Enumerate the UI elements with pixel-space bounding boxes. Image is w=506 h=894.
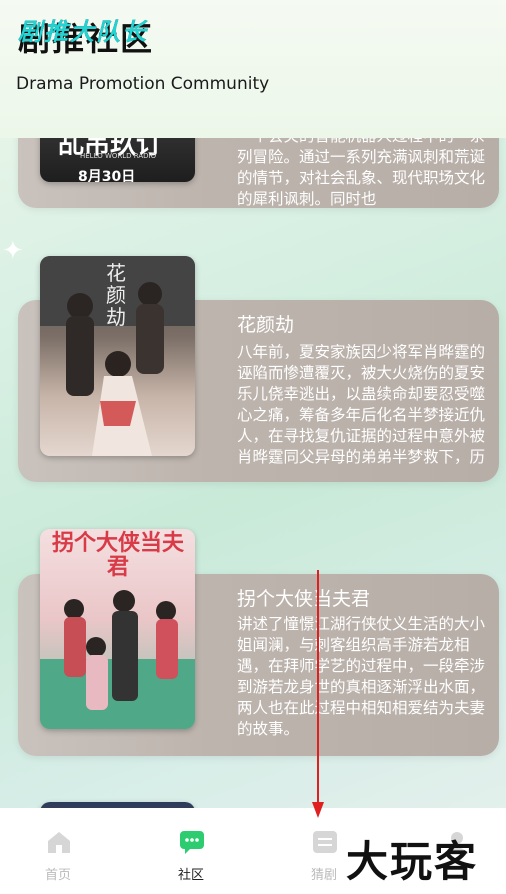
page-header: 剧推社区 剧推大队长 Drama Promotion Community (0, 0, 506, 138)
page-subtitle: Drama Promotion Community (16, 74, 270, 94)
list-icon (313, 831, 337, 853)
poster-subtext: HELLO WORLD RADIO (80, 152, 157, 160)
poster-date: 8月30日 (78, 169, 136, 182)
tab-home-label: 首页 (44, 868, 71, 883)
tab-home[interactable]: 首页 (8, 808, 108, 894)
drama-card-desc: 讲述了憧憬江湖行侠仗义生活的大小姐闻澜，与刺客组织高手游若龙相遇，在拜师学艺的过… (237, 615, 486, 738)
poster-title: 花颜劫 (106, 261, 126, 329)
page-title: 剧推社区 剧推大队长 (18, 14, 154, 60)
poster-title: 拐个大侠当夫君 (51, 530, 184, 580)
drama-card-desc: 一个会笑的智能机器人过程中的一系列冒险。通过一系列充满讽刺和荒诞的情节，对社会乱… (237, 127, 486, 206)
chat-icon (180, 831, 204, 854)
drama-poster[interactable]: 拐个大侠当夫君 (40, 529, 195, 729)
arrow-annotation (312, 570, 324, 818)
home-icon (48, 832, 70, 853)
drama-card-title: 拐个大侠当夫君 (237, 588, 371, 610)
drama-card-title: 花颜劫 (237, 314, 295, 336)
drama-card-desc: 八年前，夏安家族因少将军肖晔霆的诬陷而惨遭覆灭，被大火烧伤的夏安乐儿侥幸逃出，以… (237, 343, 486, 466)
sparkle-icon: ✦ (2, 236, 24, 266)
watermark-text: 大玩客 (346, 837, 479, 886)
drama-poster[interactable]: 花颜劫 (40, 256, 195, 456)
tab-community-label: 社区 (177, 868, 204, 883)
tab-community[interactable]: 社区 (141, 808, 241, 894)
title-overlay-logo: 剧推大队长 (18, 18, 148, 46)
